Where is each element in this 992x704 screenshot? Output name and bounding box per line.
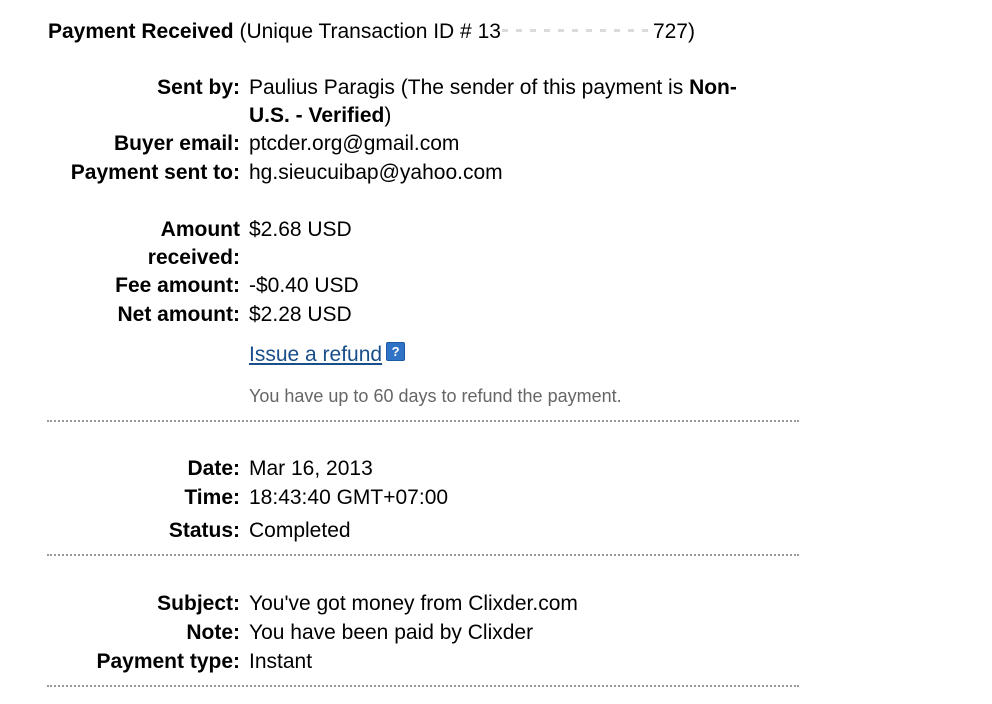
status-value: Completed [249, 519, 351, 542]
amount-received-value: $2.68 USD [249, 218, 352, 241]
refund-line: Issue a refund? [249, 341, 406, 369]
amount-received-label-line1: Amount [160, 218, 240, 241]
sent-by-label: Sent by: [157, 76, 240, 99]
sender-status-part2: U.S. - Verified [249, 104, 385, 127]
transaction-id-suffix: 727) [652, 20, 695, 43]
subject-value: You've got money from Clixder.com [249, 592, 578, 615]
amount-received-label: Amount received: [20, 216, 240, 272]
payment-sent-to-value: hg.sieucuibap@yahoo.com [249, 161, 503, 184]
payment-type-label: Payment type: [96, 650, 240, 673]
note-label: Note: [186, 621, 240, 644]
note-value: You have been paid by Clixder [249, 621, 534, 644]
help-icon[interactable]: ? [386, 342, 406, 361]
fee-amount-label: Fee amount: [115, 274, 240, 297]
net-amount-label: Net amount: [117, 303, 241, 326]
section-divider [47, 420, 799, 422]
section-divider [47, 554, 799, 556]
sender-name: Paulius Paragis (The sender of this paym… [249, 76, 684, 99]
page-title: Payment Received [48, 20, 234, 43]
payment-sent-to-label: Payment sent to: [70, 161, 240, 184]
sent-by-value: Paulius Paragis (The sender of this paym… [249, 74, 789, 130]
buyer-email-label: Buyer email: [113, 132, 240, 155]
sent-by-row: Sent by: Paulius Paragis (The sender of … [0, 74, 800, 130]
amount-received-label-line2: received: [147, 246, 240, 269]
refund-note: You have up to 60 days to refund the pay… [249, 386, 622, 406]
net-amount-value: $2.28 USD [249, 303, 352, 326]
fee-amount-value: -$0.40 USD [249, 274, 359, 297]
payment-type-value: Instant [249, 650, 313, 673]
status-label: Status: [168, 519, 240, 542]
sender-close-paren: ) [384, 104, 392, 127]
date-label: Date: [187, 457, 240, 480]
date-value: Mar 16, 2013 [249, 457, 373, 480]
payment-heading: Payment Received (Unique Transaction ID … [48, 18, 695, 46]
sender-status-part1: Non- [689, 76, 737, 99]
transaction-id-prefix: (Unique Transaction ID # 13 [239, 20, 501, 43]
section-divider [47, 685, 799, 687]
amount-received-row: Amount received: $2.68 USD [0, 216, 800, 272]
issue-refund-link[interactable]: Issue a refund [249, 343, 382, 366]
subject-label: Subject: [157, 592, 240, 615]
time-value: 18:43:40 GMT+07:00 [249, 486, 449, 509]
buyer-email-value: ptcder.org@gmail.com [249, 132, 460, 155]
redacted-transaction-digits [501, 20, 652, 42]
time-label: Time: [184, 486, 240, 509]
